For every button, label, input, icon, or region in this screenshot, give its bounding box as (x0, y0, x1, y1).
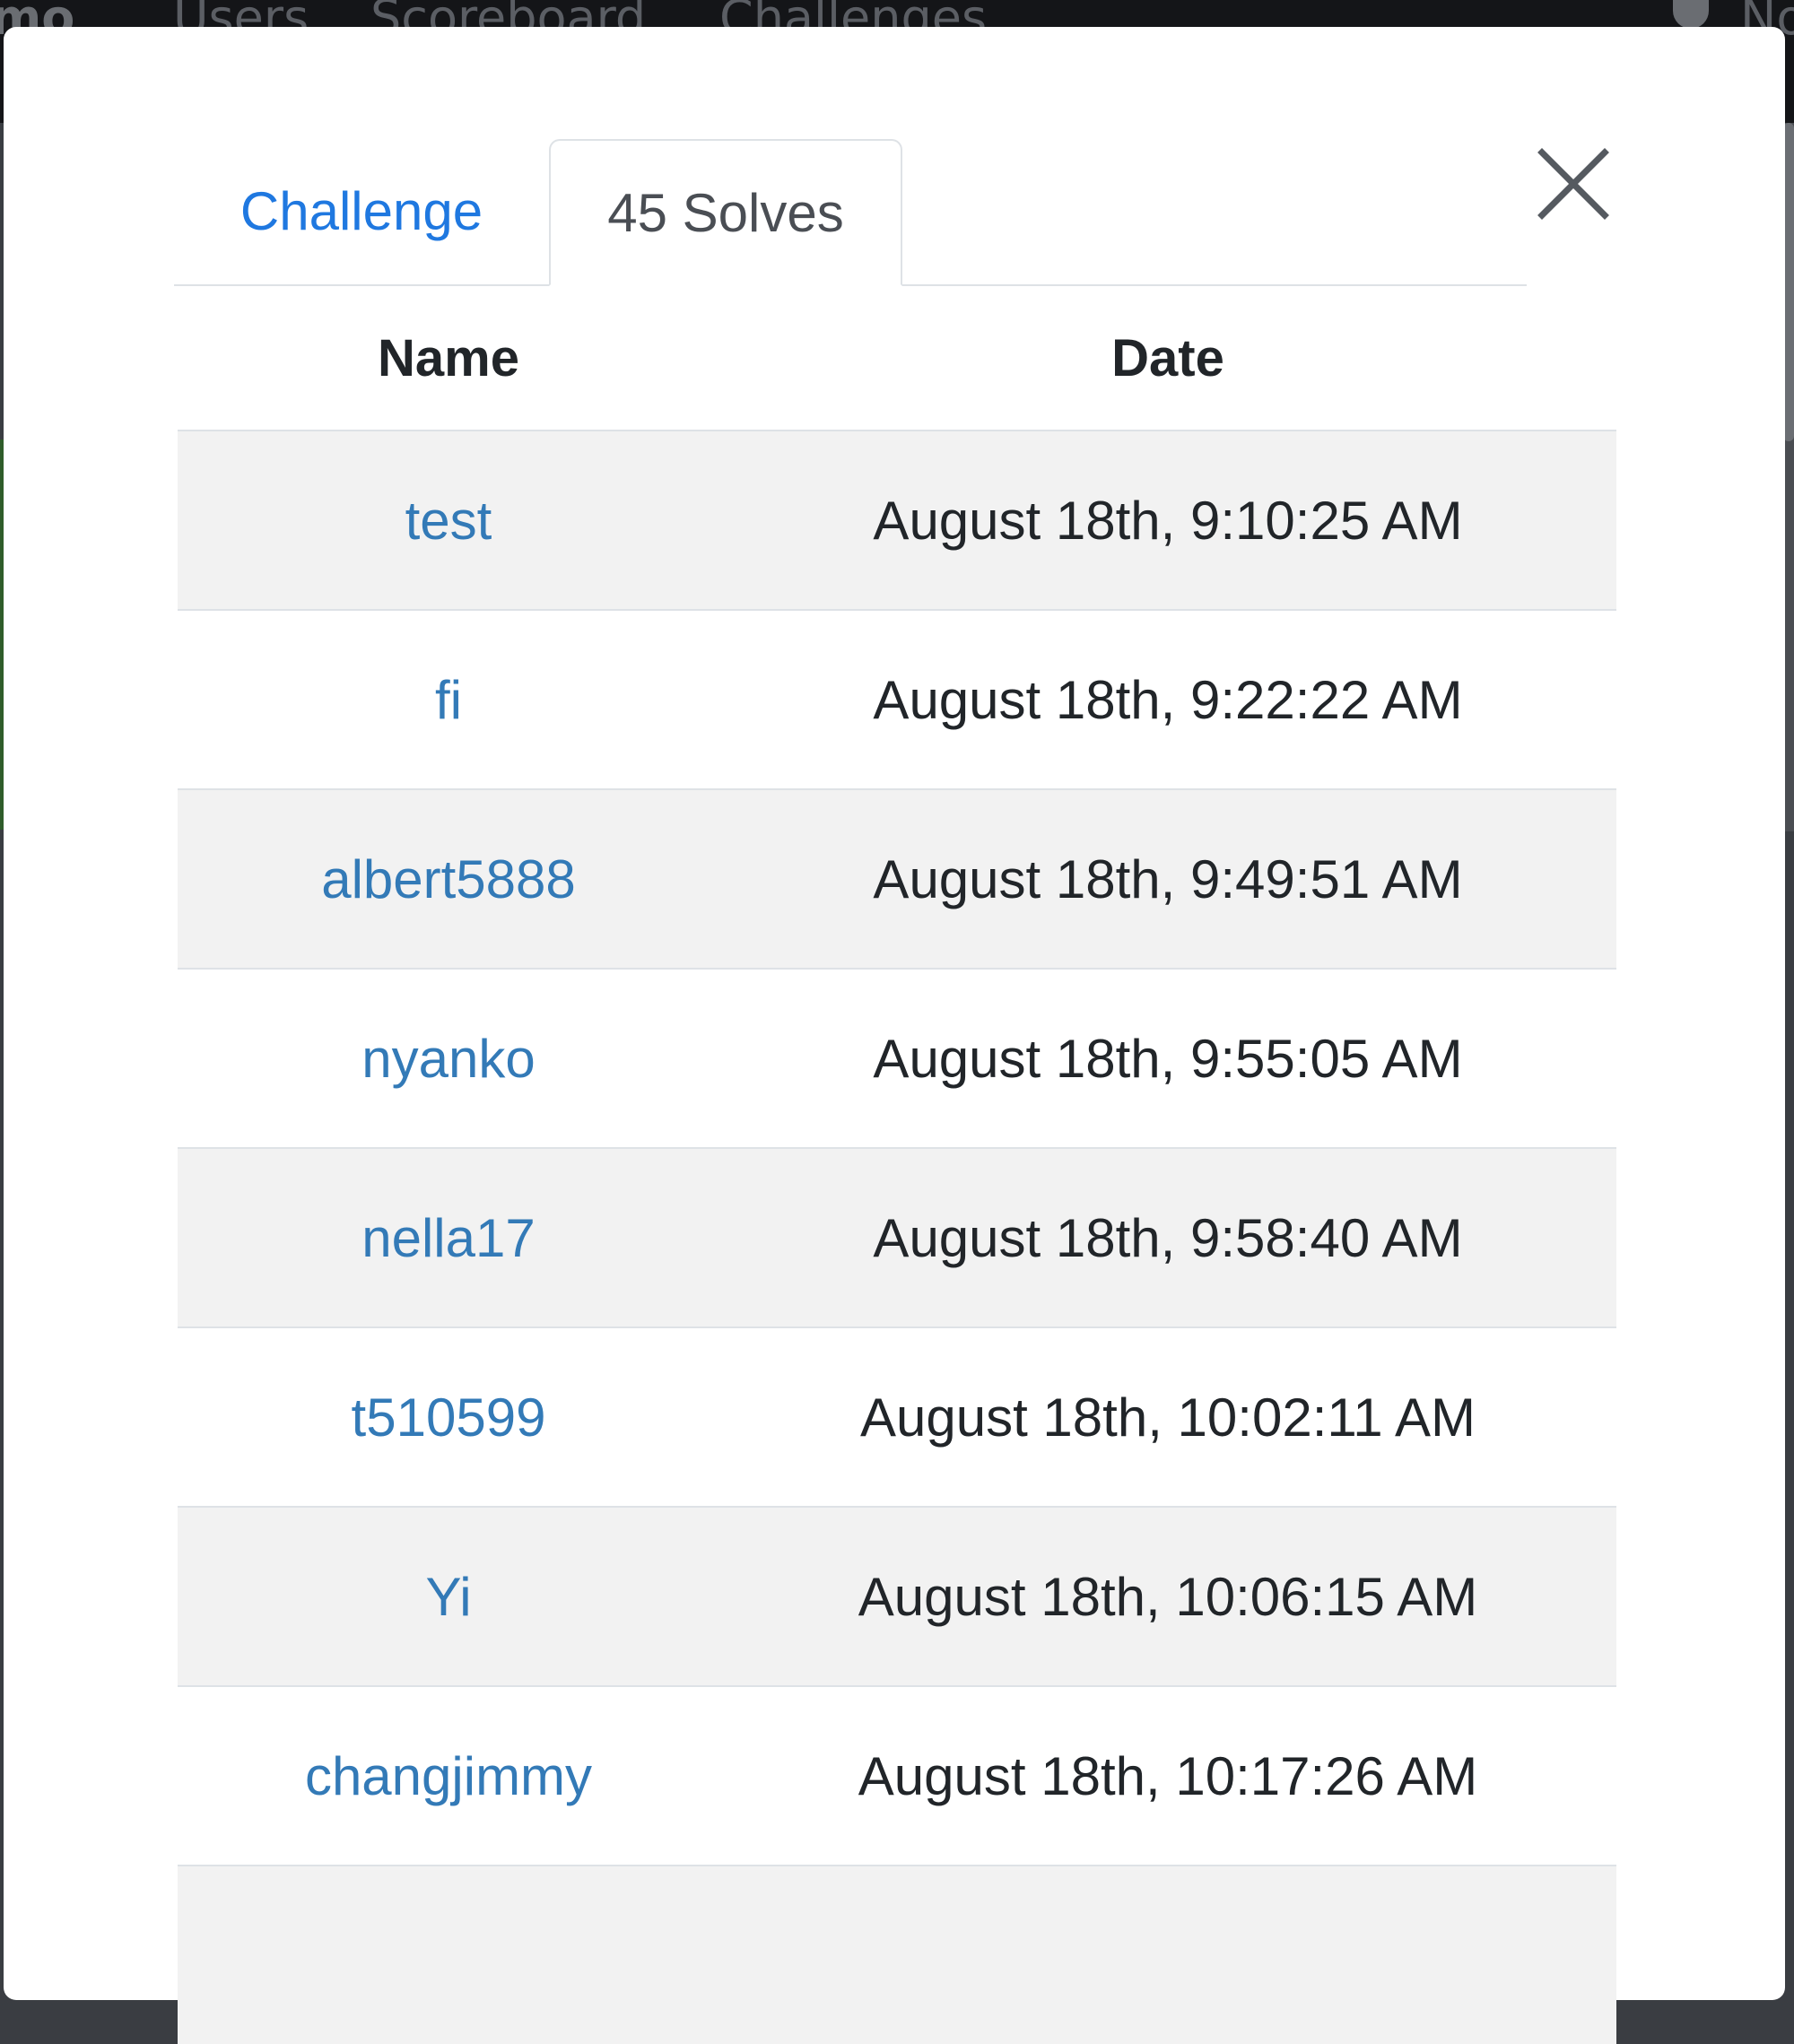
solve-date: August 18th, 9:10:25 AM (873, 490, 1463, 551)
solver-cell: t510599 (178, 1326, 719, 1507)
solve-date: August 18th, 9:22:22 AM (873, 669, 1463, 730)
solver-cell: test (178, 430, 719, 610)
solve-date: August 18th, 10:06:15 AM (858, 1566, 1478, 1627)
solve-date-cell: August 18th, 9:55:05 AM (719, 968, 1616, 1148)
solver-name-link[interactable]: albert5888 (321, 849, 576, 909)
table-row: t510599 August 18th, 10:02:11 AM (178, 1326, 1616, 1507)
solve-date-cell: August 18th, 9:58:40 AM (719, 1147, 1616, 1327)
solve-date: August 18th, 9:55:05 AM (873, 1028, 1463, 1089)
solver-name-link[interactable]: ﬁ (435, 670, 462, 730)
table-header-row: Name Date (178, 286, 1616, 431)
solve-date: August 18th, 9:58:40 AM (873, 1207, 1463, 1268)
solver-cell (178, 1865, 719, 2044)
solver-cell: nyanko (178, 968, 719, 1148)
solver-cell: changjimmy (178, 1685, 719, 1866)
solver-name-link[interactable]: test (405, 491, 492, 551)
tab-challenge[interactable]: Challenge (174, 139, 549, 284)
solve-date-cell: August 18th, 9:22:22 AM (719, 609, 1616, 789)
user-icon[interactable] (1673, 0, 1709, 29)
solve-date-cell: August 18th, 10:06:15 AM (719, 1506, 1616, 1686)
table-row (178, 1865, 1616, 2044)
table-row: nella17 August 18th, 9:58:40 AM (178, 1147, 1616, 1327)
modal-tabs: Challenge 45 Solves (174, 139, 1527, 286)
solver-name-link[interactable]: Yi (425, 1567, 471, 1627)
table-row: test August 18th, 9:10:25 AM (178, 430, 1616, 610)
table-row: nyanko August 18th, 9:55:05 AM (178, 968, 1616, 1148)
close-button[interactable] (1533, 144, 1614, 224)
solver-name-link[interactable]: nella17 (361, 1208, 536, 1268)
solver-cell: nella17 (178, 1147, 719, 1327)
solve-date: August 18th, 10:17:26 AM (858, 1745, 1478, 1806)
solver-cell: albert5888 (178, 788, 719, 969)
solver-name-link[interactable]: nyanko (361, 1029, 535, 1089)
solve-date: August 18th, 9:49:51 AM (873, 848, 1463, 909)
solve-date-cell (719, 1865, 1616, 2044)
tab-solves[interactable]: 45 Solves (549, 139, 902, 286)
solver-cell: ﬁ (178, 609, 719, 789)
table-row: changjimmy August 18th, 10:17:26 AM (178, 1685, 1616, 1866)
challenge-modal: Challenge 45 Solves Name Date test Augus… (4, 27, 1785, 2044)
table-row: Yi August 18th, 10:06:15 AM (178, 1506, 1616, 1686)
table-row: ﬁ August 18th, 9:22:22 AM (178, 609, 1616, 789)
solve-date-cell: August 18th, 10:17:26 AM (719, 1685, 1616, 1866)
table-row: albert5888 August 18th, 9:49:51 AM (178, 788, 1616, 969)
solve-date-cell: August 18th, 9:10:25 AM (719, 430, 1616, 610)
column-header-date: Date (1111, 328, 1224, 387)
solver-name-link[interactable]: changjimmy (305, 1746, 592, 1806)
close-icon[interactable] (1533, 144, 1614, 224)
column-header-name: Name (378, 328, 519, 387)
solve-date-cell: August 18th, 9:49:51 AM (719, 788, 1616, 969)
solves-table: Name Date test August 18th, 9:10:25 AM ﬁ… (178, 286, 1616, 2044)
solve-date-cell: August 18th, 10:02:11 AM (719, 1326, 1616, 1507)
solver-cell: Yi (178, 1506, 719, 1686)
solver-name-link[interactable]: t510599 (352, 1387, 546, 1448)
solve-date: August 18th, 10:02:11 AM (859, 1387, 1476, 1448)
